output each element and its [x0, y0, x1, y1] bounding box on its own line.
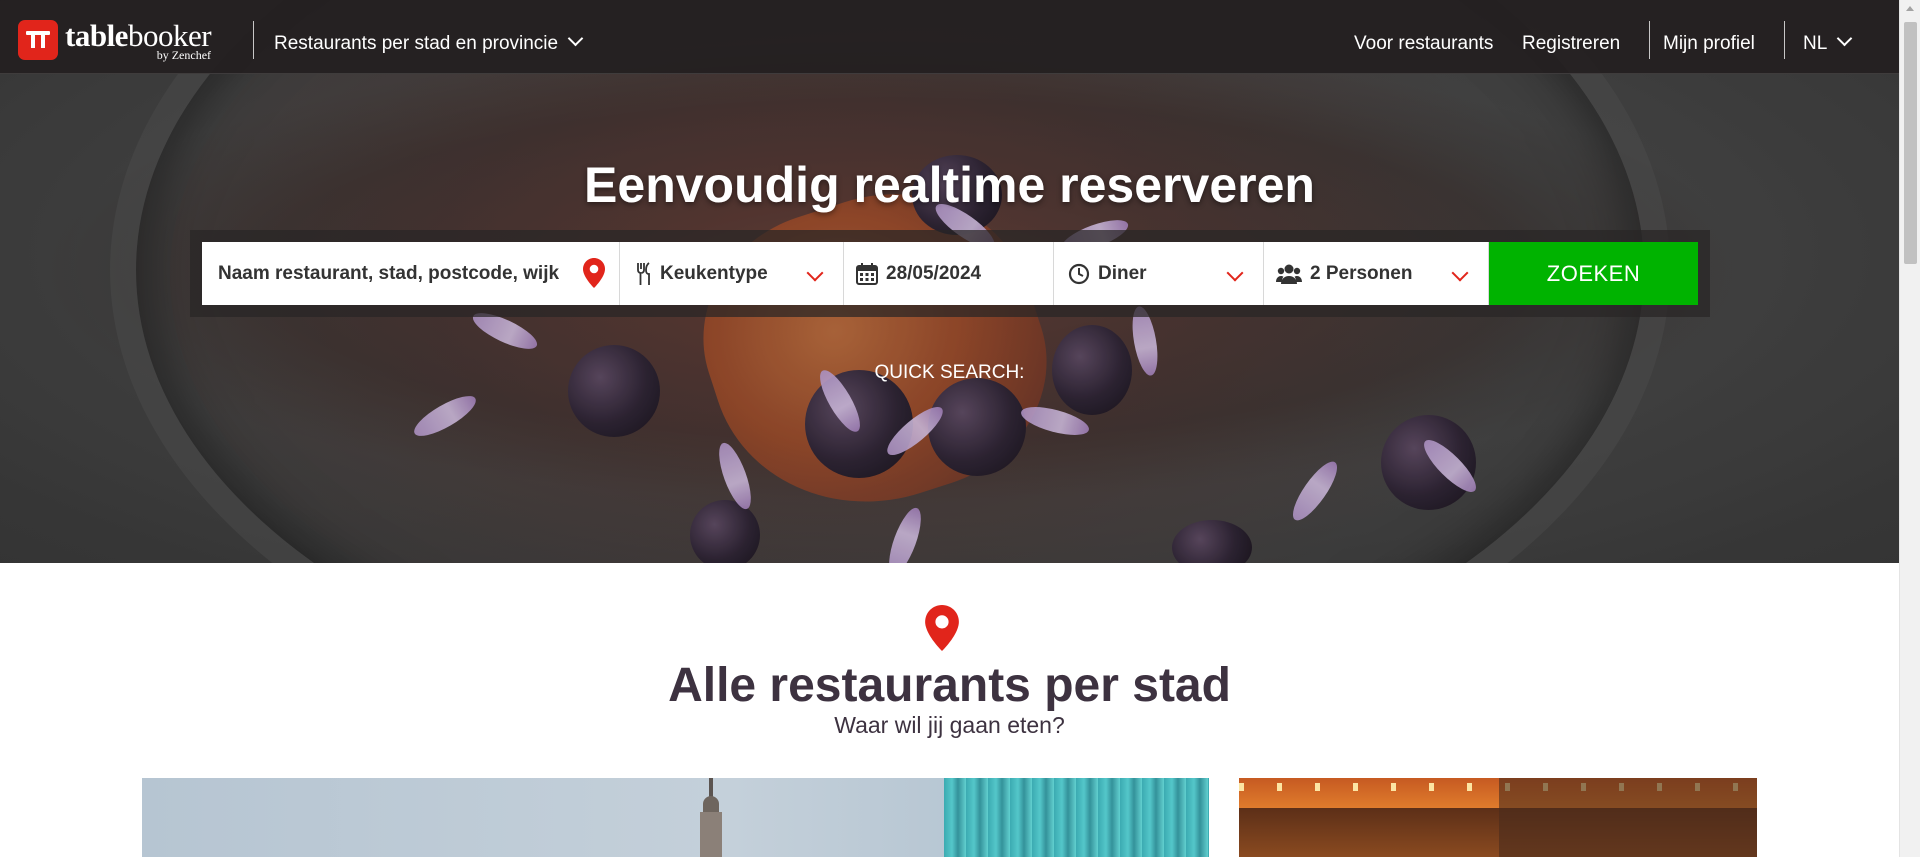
city-card[interactable]	[1239, 778, 1757, 857]
logo-byline: by Zenchef	[156, 48, 212, 62]
search-panel: Naam restaurant, stad, postcode, wijk Ke…	[190, 230, 1710, 317]
nav-cities-dropdown[interactable]: Restaurants per stad en provincie	[274, 30, 584, 55]
nav-divider	[1649, 21, 1650, 59]
nav-divider	[1784, 21, 1785, 59]
nav-voor-restaurants[interactable]: Voor restaurants	[1354, 33, 1493, 55]
chevron-down-icon	[1451, 264, 1469, 282]
hero-title: Eenvoudig realtime reserveren	[584, 157, 1315, 213]
scroll-up-icon[interactable]	[1906, 6, 1914, 11]
search-query-placeholder: Naam restaurant, stad, postcode, wijk	[218, 262, 560, 284]
persons-select[interactable]: 2 Personen	[1264, 242, 1489, 305]
nav-profile[interactable]: Mijn profiel	[1663, 33, 1755, 55]
date-picker[interactable]: 28/05/2024	[844, 242, 1054, 305]
cuisine-select[interactable]: Keukentype	[620, 242, 844, 305]
scrollbar-thumb[interactable]	[1904, 22, 1917, 264]
map-pin-icon	[925, 605, 959, 651]
meal-select[interactable]: Diner	[1054, 242, 1264, 305]
chevron-down-icon	[1226, 264, 1244, 282]
tablebooker-logo[interactable]: tablebooker by Zenchef	[18, 20, 212, 62]
fork-knife-icon	[637, 261, 650, 285]
chevron-down-icon	[806, 264, 824, 282]
section-subtitle: Waar wil jij gaan eten?	[834, 712, 1065, 738]
city-card-image	[1499, 778, 1757, 857]
chevron-down-icon	[1837, 30, 1853, 47]
persons-select-value: 2 Personen	[1310, 262, 1413, 284]
city-card-image	[698, 778, 724, 857]
top-navigation: tablebooker by Zenchef Restaurants per s…	[0, 0, 1899, 74]
tablebooker-logo-icon	[18, 20, 58, 60]
meal-select-value: Diner	[1098, 262, 1147, 284]
chevron-down-icon	[567, 30, 584, 47]
nav-register[interactable]: Registreren	[1522, 33, 1620, 55]
users-icon	[1276, 264, 1302, 284]
nav-divider	[253, 21, 254, 59]
clock-icon	[1068, 263, 1090, 284]
date-value: 28/05/2024	[886, 262, 982, 284]
section-title: Alle restaurants per stad	[668, 659, 1231, 712]
page-viewport: Eenvoudig realtime reserveren Naam resta…	[0, 0, 1899, 857]
search-button[interactable]: ZOEKEN	[1489, 242, 1698, 305]
page-scrollbar[interactable]	[1899, 0, 1920, 857]
language-selector[interactable]: NL	[1803, 30, 1853, 55]
city-card[interactable]	[142, 778, 1209, 857]
hero-banner: Eenvoudig realtime reserveren Naam resta…	[0, 0, 1899, 563]
search-query-input[interactable]: Naam restaurant, stad, postcode, wijk	[202, 242, 620, 305]
search-bar: Naam restaurant, stad, postcode, wijk Ke…	[202, 242, 1698, 305]
map-pin-icon	[583, 258, 605, 288]
cuisine-select-value: Keukentype	[660, 262, 768, 284]
quick-search-label: QUICK SEARCH:	[874, 362, 1025, 383]
calendar-icon	[856, 262, 878, 285]
